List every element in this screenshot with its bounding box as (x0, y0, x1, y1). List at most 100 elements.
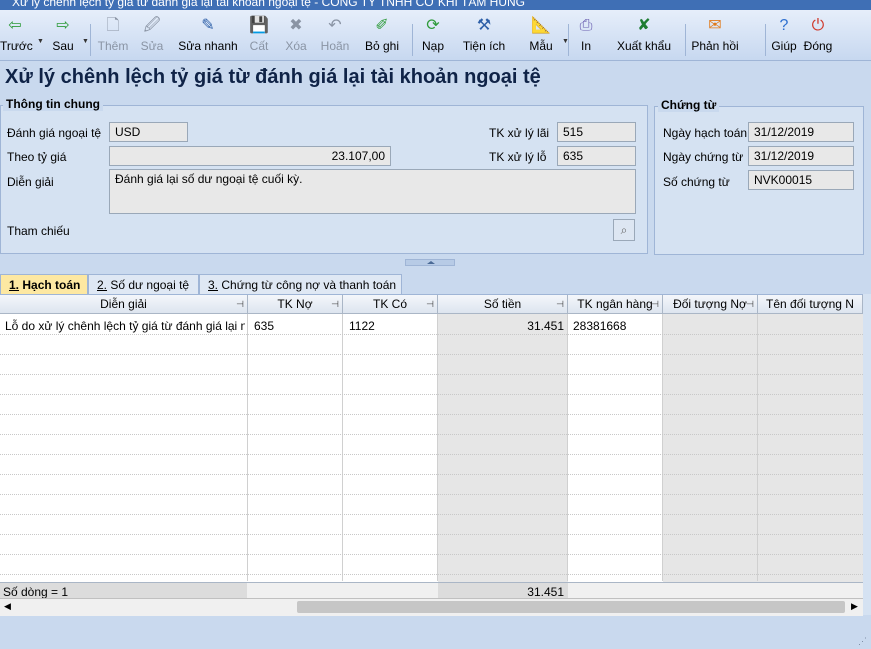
loss-account-label: TK xử lý lỗ (489, 150, 547, 164)
toolbar-button-label: Sau (52, 39, 74, 53)
toolbar-edit-document-button[interactable]: 🖉 Sửa (138, 16, 166, 60)
currency-label: Đánh giá ngoại tệ (7, 126, 102, 140)
row1-bank-account[interactable]: 28381668 (573, 319, 626, 333)
toolbar-close-button[interactable]: ⏻ Đóng (800, 16, 836, 60)
column-header-bank-account[interactable]: TK ngân hàng ⊣ (568, 295, 663, 314)
toolbar-new-document-button[interactable]: 🗋 Thêm (95, 16, 131, 60)
row-count: Số dòng = 1 (3, 585, 69, 599)
toolbar-delete-button[interactable]: ✖ Xóa (282, 16, 310, 60)
page-title: Xử lý chênh lệch tỷ giá từ đánh giá lại … (5, 66, 541, 88)
amount-total: 31.451 (527, 585, 564, 599)
print-icon: ⎙ (579, 17, 593, 34)
row1-description[interactable]: Lỗ do xử lý chênh lệch tỷ giá từ đánh gi… (5, 319, 245, 333)
toolbar-help-button[interactable]: ? Giúp (770, 16, 798, 60)
row-divider (0, 454, 863, 455)
refresh-icon: ⟳ (426, 17, 440, 34)
toolbar-button-label: Cất (249, 39, 269, 53)
utilities-icon: ⚒ (476, 17, 492, 34)
tab-currency-balance-key: 2. (97, 278, 108, 292)
toolbar-refresh-button[interactable]: ⟳ Nạp (418, 16, 448, 60)
arrow-right-icon: ⇨ (56, 17, 70, 34)
rate-label: Theo tỷ giá (7, 150, 67, 164)
toolbar-excel-export-button[interactable]: ✘ Xuất khẩu (615, 16, 673, 60)
toolbar-button-label: Sửa (140, 39, 164, 53)
description-field[interactable]: Đánh giá lại số dư ngoại tệ cuối kỳ. (109, 169, 636, 214)
excel-export-icon: ✘ (637, 17, 651, 34)
tab-currency-balance-label: Số dư ngoại tệ (107, 278, 190, 292)
pin-icon[interactable]: ⊣ (236, 295, 244, 313)
toolbar-unpost-button[interactable]: ✐ Bỏ ghi (363, 16, 401, 60)
reference-search-icon: ⌕ (620, 223, 628, 237)
voucher-date-label: Ngày chứng từ (663, 150, 744, 164)
quick-edit-icon: ✎ (201, 17, 215, 34)
currency-field[interactable]: USD (109, 122, 188, 142)
voucher-date-field[interactable]: 31/12/2019 (748, 146, 854, 166)
edit-document-icon: 🖉 (143, 17, 161, 34)
window-title: Xử lý chênh lệch tỷ giá từ đánh giá lại … (12, 0, 526, 9)
horizontal-scrollbar[interactable]: ◀ ▶ (0, 598, 863, 616)
toolbar-arrow-left-button[interactable]: ⇦ Trước (0, 16, 33, 60)
row1-debit-account[interactable]: 635 (254, 319, 274, 333)
scroll-thumb[interactable] (297, 601, 845, 613)
dropdown-arrow-icon[interactable]: ▼ (82, 38, 89, 45)
undo-icon: ↶ (328, 17, 342, 34)
column-header-debit-account[interactable]: TK Nợ ⊣ (248, 295, 343, 314)
toolbar-arrow-right-button[interactable]: ⇨ Sau (47, 16, 79, 60)
resize-grip-icon[interactable]: ⋰ (858, 636, 867, 647)
posting-date-field[interactable]: 31/12/2019 (748, 122, 854, 142)
delete-icon: ✖ (289, 17, 303, 34)
panel-collapse-splitter[interactable] (405, 259, 455, 266)
pin-icon[interactable]: ⊣ (426, 295, 434, 313)
tab-currency-balance[interactable]: 2. Số dư ngoại tệ (88, 274, 199, 294)
row1-credit-account[interactable]: 1122 (349, 319, 375, 333)
pin-icon[interactable]: ⊣ (331, 295, 339, 313)
toolbar-utilities-button[interactable]: ⚒ Tiện ích (458, 16, 510, 60)
tab-accounting[interactable]: 1. Hạch toán (0, 274, 88, 295)
pin-icon[interactable]: ⊣ (746, 295, 754, 313)
loss-account-field[interactable]: 635 (557, 146, 636, 166)
pin-icon[interactable]: ⊣ (651, 295, 659, 313)
pin-icon[interactable]: ⊣ (556, 295, 564, 313)
toolbar-button-label: Mẫu (529, 39, 553, 53)
toolbar-undo-button[interactable]: ↶ Hoãn (317, 16, 353, 60)
column-header-debtor[interactable]: Đối tượng Nợ ⊣ (663, 295, 758, 314)
column-header-amount[interactable]: Số tiền ⊣ (438, 295, 568, 314)
row-divider (0, 514, 863, 515)
voucher-number-label: Số chứng từ (663, 175, 730, 189)
toolbar-print-button[interactable]: ⎙ In (575, 16, 597, 60)
row1-amount[interactable]: 31.451 (440, 319, 564, 333)
dropdown-arrow-icon[interactable]: ▼ (37, 38, 44, 45)
voucher-number-field[interactable]: NVK00015 (748, 170, 854, 190)
toolbar-feedback-mail-button[interactable]: ✉ Phản hồi (690, 16, 740, 60)
column-header-credit-account[interactable]: TK Có ⊣ (343, 295, 438, 314)
toolbar-button-label: In (580, 39, 591, 53)
column-header-debtor-name[interactable]: Tên đối tượng N (758, 295, 863, 314)
toolbar-button-label: Xóa (285, 39, 307, 53)
reference-search-button[interactable]: ⌕ (613, 219, 635, 241)
toolbar-button-label: Phản hồi (691, 39, 739, 53)
description-label: Diễn giải (7, 175, 54, 189)
toolbar-button-label: Xuất khẩu (616, 39, 672, 53)
row-divider (0, 394, 863, 395)
toolbar: ⇦ Trước ⇨ Sau 🗋 Thêm 🖉 Sửa ✎ Sửa nhanh 💾 Cất ✖ Xóa ↶ Ho… (0, 10, 871, 61)
toolbar-template-button[interactable]: 📐 Mẫu (525, 16, 557, 60)
save-icon: 💾 (249, 17, 269, 34)
row-divider (0, 574, 863, 575)
column-header-description[interactable]: Diễn giải ⊣ (0, 295, 248, 314)
row-divider (0, 474, 863, 475)
rate-field[interactable]: 23.107,00 (109, 146, 391, 166)
posting-date-label: Ngày hạch toán (663, 126, 748, 140)
scroll-left-arrow-icon[interactable]: ◀ (4, 601, 11, 612)
tab-debt-payment-vouchers[interactable]: 3. Chứng từ công nợ và thanh toán (199, 274, 402, 294)
toolbar-quick-edit-button[interactable]: ✎ Sửa nhanh (178, 16, 238, 60)
toolbar-save-button[interactable]: 💾 Cất (246, 16, 272, 60)
toolbar-button-label: Giúp (771, 39, 797, 53)
toolbar-separator (765, 24, 766, 56)
gain-account-field[interactable]: 515 (557, 122, 636, 142)
toolbar-button-label: Thêm (97, 39, 129, 53)
scroll-right-arrow-icon[interactable]: ▶ (851, 601, 858, 612)
grid-footer: Số dòng = 1 31.451 (0, 582, 863, 599)
voucher-title: Chứng từ (658, 98, 720, 112)
toolbar-separator (412, 24, 413, 56)
template-icon: 📐 (531, 17, 551, 34)
